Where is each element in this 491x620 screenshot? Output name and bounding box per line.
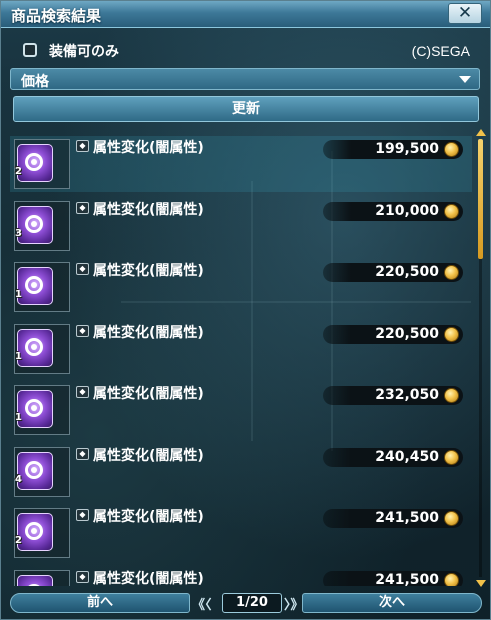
result-row[interactable]: 3 ◆ 属性変化(闇属性) 210,000 [10,198,472,254]
item-price: 220,500 [375,264,439,280]
meseta-icon [444,265,459,280]
meseta-icon [444,142,459,157]
disc-icon [17,452,53,490]
disc-icon [17,390,53,428]
disc-icon [17,513,53,551]
first-page-chevron-icon[interactable]: 《〈 [192,594,212,613]
item-level: 2 [15,535,22,546]
meseta-icon [444,511,459,526]
title-bar: 商品検索結果 ✕ [1,1,490,28]
item-name: 属性変化(闇属性) [93,386,204,402]
item-level: 2 [15,166,22,177]
item-price: 232,050 [375,387,439,403]
disc-icon [17,267,53,305]
tag-icon: ◆ [76,263,89,275]
item-thumbnail: 3 [14,201,70,251]
item-thumbnail [14,570,70,586]
next-page-button[interactable]: 次へ [302,593,482,613]
result-row[interactable]: 1 ◆ 属性変化(闇属性) 220,500 [10,259,472,315]
item-name: 属性変化(闇属性) [93,571,204,586]
item-price: 199,500 [375,141,439,157]
result-row[interactable]: 1 ◆ 属性変化(闇属性) 220,500 [10,321,472,377]
meseta-icon [444,573,459,586]
meseta-icon [444,327,459,342]
item-price: 241,500 [375,510,439,526]
chevron-down-icon [459,76,471,83]
result-row[interactable]: 2 ◆ 属性変化(闇属性) 199,500 [10,136,472,192]
meseta-icon [444,388,459,403]
sort-selected-value: 価格 [21,74,49,90]
scrollbar[interactable] [476,129,486,587]
tag-icon: ◆ [76,448,89,460]
equip-only-label: 装備可のみ [49,44,119,60]
equip-only-checkbox[interactable] [23,43,37,57]
copyright-text: (C)SEGA [411,43,470,59]
sort-dropdown[interactable]: 価格 [10,68,480,90]
close-button[interactable]: ✕ [448,3,482,24]
price-box: 199,500 [323,140,463,159]
tag-icon: ◆ [76,325,89,337]
item-name: 属性変化(闇属性) [93,448,204,464]
item-thumbnail: 1 [14,262,70,312]
item-name: 属性変化(闇属性) [93,202,204,218]
item-level: 3 [15,228,22,239]
prev-page-button[interactable]: 前へ [10,593,190,613]
scroll-up-arrow-icon[interactable] [476,129,486,136]
tag-icon: ◆ [76,202,89,214]
last-page-chevron-icon[interactable]: 〉》 [284,594,304,613]
result-row[interactable]: 4 ◆ 属性変化(闇属性) 240,450 [10,444,472,500]
item-level: 4 [15,474,22,485]
scroll-down-arrow-icon[interactable] [476,580,486,587]
item-level: 1 [15,289,22,300]
item-level: 1 [15,412,22,423]
page-indicator: 1/20 [222,593,282,613]
window-title: 商品検索結果 [11,7,102,25]
result-row[interactable]: 2 ◆ 属性変化(闇属性) 241,500 [10,505,472,561]
item-price: 241,500 [375,572,439,586]
item-thumbnail: 2 [14,139,70,189]
tag-icon: ◆ [76,386,89,398]
item-thumbnail: 2 [14,508,70,558]
meseta-icon [444,204,459,219]
item-name: 属性変化(闇属性) [93,509,204,525]
disc-icon [17,206,53,244]
meseta-icon [444,450,459,465]
price-box: 210,000 [323,202,463,221]
results-list: 2 ◆ 属性変化(闇属性) 199,500 3 ◆ 属性変化(闇属性) 210,000 1 ◆ 属性… [10,136,472,586]
product-search-results-window: 商品検索結果 ✕ 装備可のみ (C)SEGA 価格 更新 2 ◆ 属性変化(闇属性)… [0,0,491,620]
item-price: 240,450 [375,449,439,465]
item-price: 210,000 [375,203,439,219]
item-name: 属性変化(闇属性) [93,325,204,341]
item-thumbnail: 1 [14,385,70,435]
refresh-button[interactable]: 更新 [13,96,479,122]
disc-icon [17,144,53,182]
item-price: 220,500 [375,326,439,342]
price-box: 220,500 [323,263,463,282]
item-name: 属性変化(闇属性) [93,263,204,279]
result-row[interactable]: ◆ 属性変化(闇属性) 241,500 [10,567,472,586]
item-name: 属性変化(闇属性) [93,140,204,156]
item-thumbnail: 4 [14,447,70,497]
price-box: 241,500 [323,509,463,528]
scroll-thumb[interactable] [478,139,483,259]
price-box: 240,450 [323,448,463,467]
pagination-bar: 前へ 《〈 1/20 〉》 次へ [10,593,482,613]
disc-icon [17,575,53,586]
price-box: 232,050 [323,386,463,405]
item-level: 1 [15,351,22,362]
tag-icon: ◆ [76,140,89,152]
price-box: 241,500 [323,571,463,586]
disc-icon [17,329,53,367]
price-box: 220,500 [323,325,463,344]
item-thumbnail: 1 [14,324,70,374]
result-row[interactable]: 1 ◆ 属性変化(闇属性) 232,050 [10,382,472,438]
tag-icon: ◆ [76,571,89,583]
tag-icon: ◆ [76,509,89,521]
